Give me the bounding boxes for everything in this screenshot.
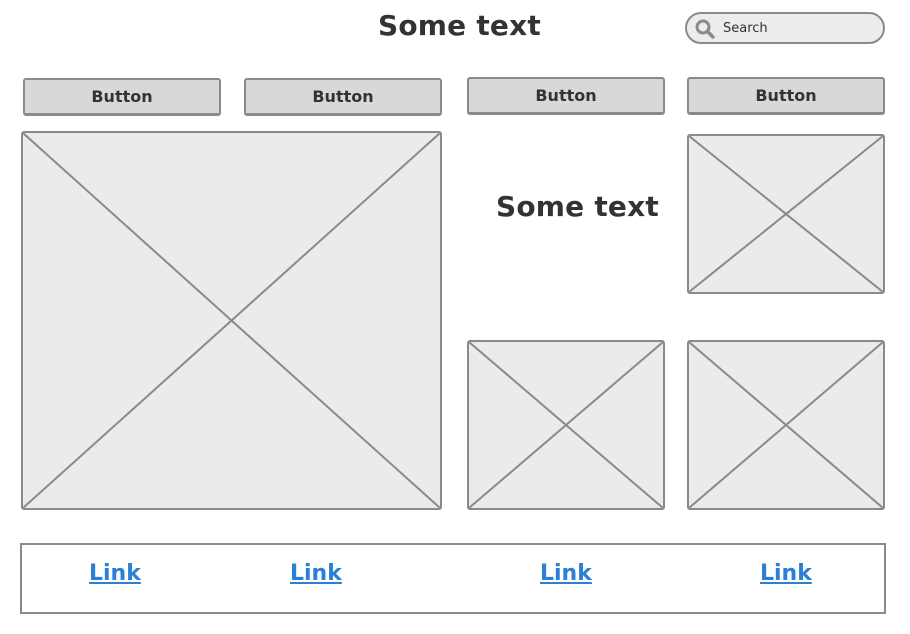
image-placeholder-bottom-right <box>687 340 885 510</box>
link-3[interactable]: Link <box>540 563 592 585</box>
center-text: Some text <box>496 190 659 223</box>
image-placeholder-large <box>21 131 442 510</box>
image-placeholder-top-right <box>687 134 885 294</box>
search-icon <box>694 18 716 40</box>
link-2[interactable]: Link <box>290 563 342 585</box>
link-4[interactable]: Link <box>760 563 812 585</box>
image-placeholder-bottom-middle <box>467 340 665 510</box>
button-2[interactable]: Button <box>244 78 442 116</box>
page-title: Some text <box>378 9 541 42</box>
button-4[interactable]: Button <box>687 77 885 115</box>
link-1[interactable]: Link <box>89 563 141 585</box>
button-3[interactable]: Button <box>467 77 665 115</box>
button-1[interactable]: Button <box>23 78 221 116</box>
link-bar <box>20 543 886 614</box>
search-input[interactable] <box>723 17 873 39</box>
search-box[interactable] <box>685 12 885 44</box>
